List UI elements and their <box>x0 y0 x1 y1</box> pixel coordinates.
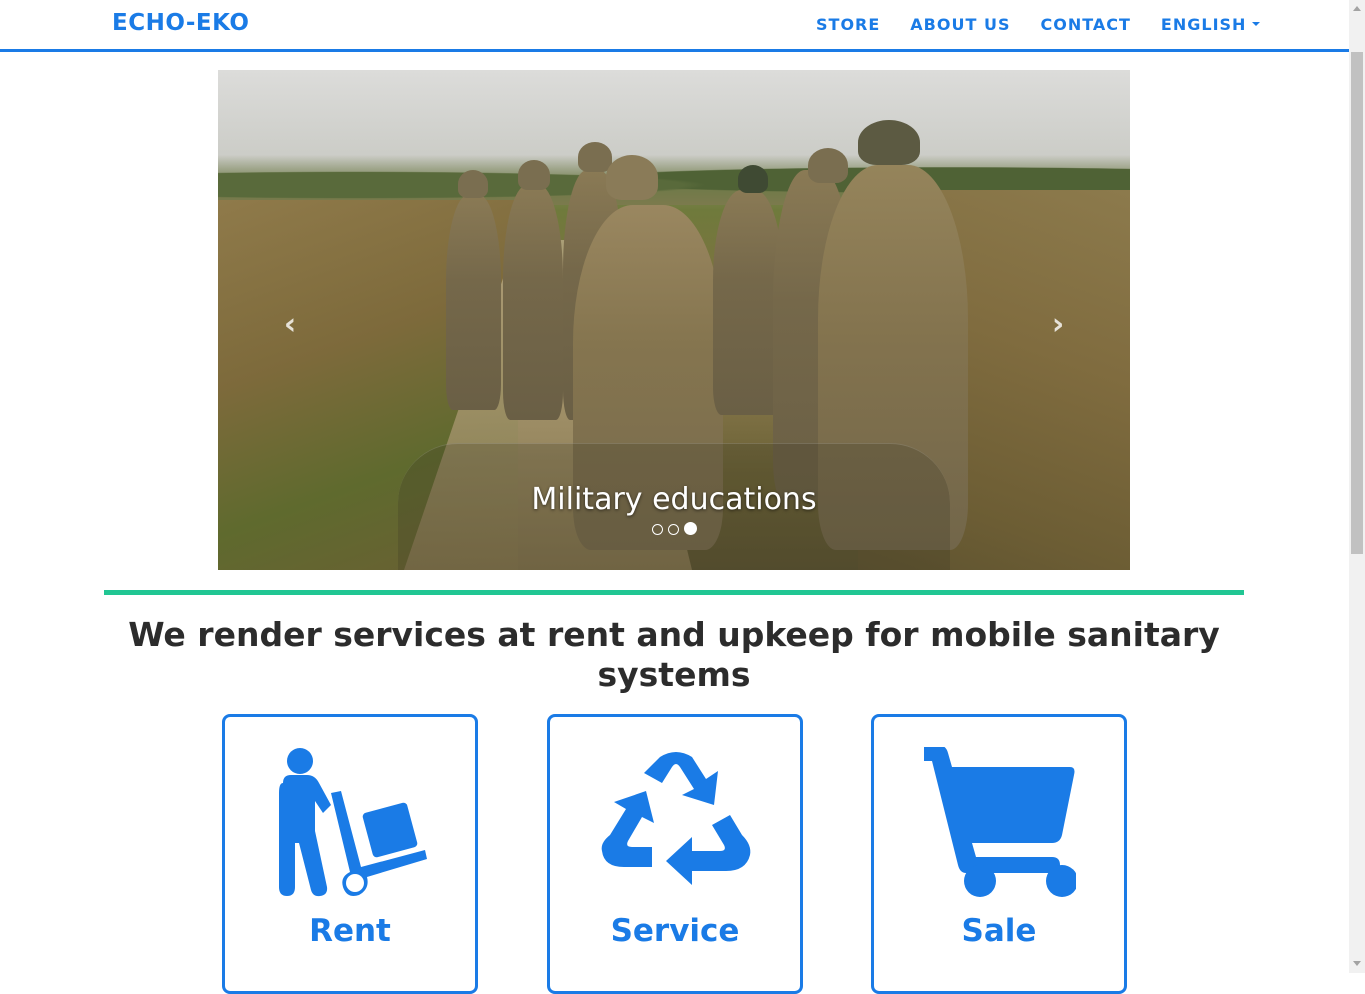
nav-link-about-us[interactable]: ABOUT US <box>910 15 1010 34</box>
carousel-indicator-1[interactable] <box>651 524 663 535</box>
person-dolly-icon <box>279 748 427 897</box>
rent-card-title: Rent <box>309 913 391 949</box>
carousel-indicators <box>218 522 1130 535</box>
nav-links: STORE ABOUT US CONTACT ENGLISH <box>816 15 1261 34</box>
language-dropdown-label: ENGLISH <box>1160 15 1247 34</box>
shopping-cart-icon <box>924 747 1076 897</box>
sale-card-title: Sale <box>961 913 1037 949</box>
hero-carousel: ‹ › Military educations <box>218 70 1130 570</box>
nav-link-store[interactable]: STORE <box>816 15 880 34</box>
carousel-image-helmet <box>808 148 848 183</box>
rent-card[interactable]: Rent <box>222 714 478 994</box>
carousel-image-helmet <box>738 165 768 193</box>
recycle-icon <box>601 752 751 885</box>
carousel-indicator-3[interactable] <box>683 522 697 535</box>
carousel-image-soldier <box>446 195 501 410</box>
scrollbar-thumb[interactable] <box>1351 52 1363 554</box>
brand-logo-link[interactable]: ECHO-EKO <box>112 10 249 36</box>
carousel-caption: Military educations <box>531 482 817 517</box>
nav-link-contact[interactable]: CONTACT <box>1040 15 1130 34</box>
chevron-left-icon[interactable]: ‹ <box>275 310 305 340</box>
sale-card[interactable]: Sale <box>871 714 1127 994</box>
carousel-indicator-2[interactable] <box>667 524 679 535</box>
carousel-image-helmet <box>606 155 658 200</box>
language-dropdown[interactable]: ENGLISH <box>1161 15 1261 34</box>
carousel-image-helmet <box>858 120 920 165</box>
carousel-image-helmet <box>578 142 612 172</box>
service-card-title: Service <box>610 913 740 949</box>
services-headline: We render services at rent and upkeep fo… <box>128 615 1220 694</box>
scroll-up-arrow-icon[interactable] <box>1351 2 1363 16</box>
service-card[interactable]: Service <box>547 714 803 994</box>
navbar: ECHO-EKO STORE ABOUT US CONTACT ENGLISH <box>0 0 1349 52</box>
carousel-image-helmet <box>518 160 550 190</box>
carousel-image-helmet <box>458 170 488 198</box>
chevron-right-icon[interactable]: › <box>1043 310 1073 340</box>
scroll-down-arrow-icon[interactable] <box>1351 957 1363 971</box>
section-divider <box>104 590 1244 595</box>
caret-down-icon <box>1252 21 1261 26</box>
carousel-image-soldier <box>503 185 563 420</box>
